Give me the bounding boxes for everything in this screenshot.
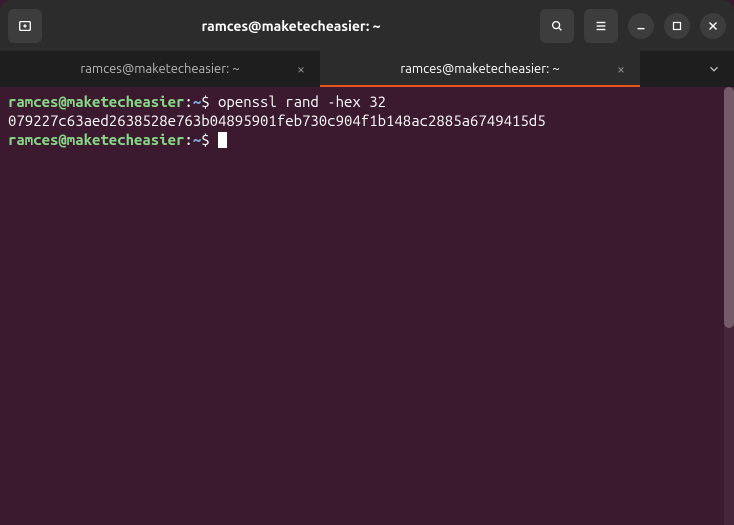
scrollbar-thumb[interactable] (724, 87, 734, 328)
scrollbar[interactable] (724, 87, 734, 525)
tab-label: ramces@maketecheasier: ~ (80, 62, 239, 76)
close-button[interactable] (700, 13, 726, 39)
prompt-dollar: $ (201, 93, 218, 110)
prompt-path: ~ (193, 131, 201, 148)
titlebar: ramces@maketecheasier: ~ (0, 0, 734, 51)
prompt-dollar: $ (201, 131, 218, 148)
tab-1[interactable]: ramces@maketecheasier: ~ × (320, 51, 640, 87)
tab-close-icon[interactable]: × (612, 60, 630, 78)
minimize-button[interactable] (628, 13, 654, 39)
tab-overflow-button[interactable] (694, 51, 734, 87)
menu-button[interactable] (584, 9, 618, 43)
tab-0[interactable]: ramces@maketecheasier: ~ × (0, 51, 320, 87)
search-button[interactable] (540, 9, 574, 43)
tab-label: ramces@maketecheasier: ~ (400, 62, 559, 76)
prompt-user: ramces@maketecheasier (8, 93, 184, 110)
terminal-area[interactable]: ramces@maketecheasier:~$ openssl rand -h… (0, 87, 734, 525)
cursor (218, 132, 227, 148)
window-title: ramces@maketecheasier: ~ (48, 18, 534, 34)
output-line: 079227c63aed2638528e763b04895901feb730c9… (8, 112, 726, 131)
prompt-path: ~ (193, 93, 201, 110)
prompt-line: ramces@maketecheasier:~$ openssl rand -h… (8, 93, 726, 112)
tab-close-icon[interactable]: × (292, 60, 310, 78)
command-text: openssl rand -hex 32 (218, 93, 386, 110)
prompt-line: ramces@maketecheasier:~$ (8, 131, 726, 150)
prompt-sep: : (184, 93, 192, 110)
maximize-button[interactable] (664, 13, 690, 39)
prompt-sep: : (184, 131, 192, 148)
tabbar: ramces@maketecheasier: ~ × ramces@makete… (0, 51, 734, 87)
new-tab-button[interactable] (8, 9, 42, 43)
prompt-user: ramces@maketecheasier (8, 131, 184, 148)
